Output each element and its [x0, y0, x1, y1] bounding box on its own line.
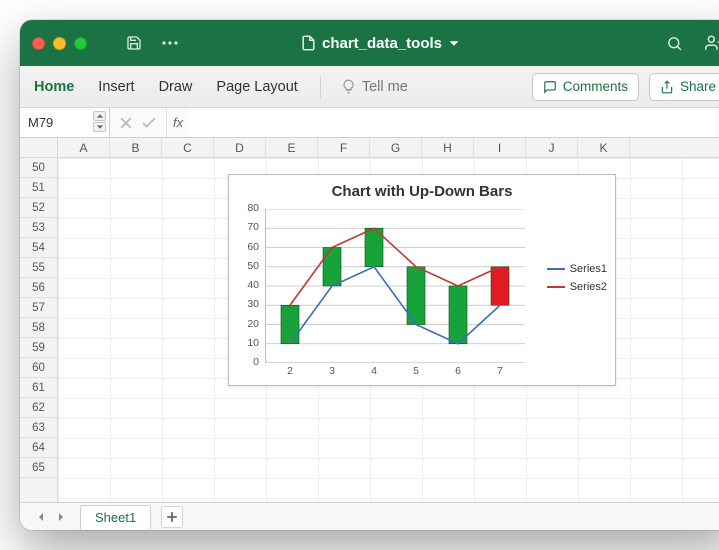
col-header[interactable]: H — [422, 138, 474, 157]
share-toolbar-button[interactable] — [701, 30, 719, 56]
window-title-text: chart_data_tools — [322, 35, 442, 52]
save-button[interactable] — [121, 30, 147, 56]
bulb-icon — [341, 79, 356, 94]
col-header[interactable]: B — [110, 138, 162, 157]
chart-legend: Series1 Series2 — [547, 263, 607, 299]
col-header[interactable]: J — [526, 138, 578, 157]
row-header[interactable]: 56 — [20, 278, 57, 298]
row-header[interactable]: 58 — [20, 318, 57, 338]
share-label: Share — [680, 79, 716, 94]
row-header[interactable]: 52 — [20, 198, 57, 218]
tab-insert[interactable]: Insert — [96, 75, 136, 99]
sheet-nav-prev[interactable] — [32, 508, 50, 526]
row-header[interactable]: 55 — [20, 258, 57, 278]
col-header[interactable]: K — [578, 138, 630, 157]
select-all-corner[interactable] — [20, 138, 58, 158]
ribbon: Home Insert Draw Page Layout Tell me Com… — [20, 66, 719, 108]
row-headers[interactable]: 50 51 52 53 54 55 56 57 58 59 60 61 62 6… — [20, 158, 58, 502]
window-controls — [32, 37, 87, 50]
tab-draw[interactable]: Draw — [157, 75, 195, 99]
row-header[interactable]: 57 — [20, 298, 57, 318]
legend-line-s1 — [547, 268, 565, 270]
formula-expand-button[interactable] — [715, 108, 719, 137]
cancel-formula-button[interactable] — [120, 117, 132, 129]
spreadsheet-grid[interactable]: A B C D E F G H I J K 50 51 52 53 54 55 … — [20, 138, 719, 502]
add-sheet-button[interactable] — [161, 506, 183, 528]
legend-label-s2: Series2 — [570, 281, 607, 293]
app-window: chart_data_tools Home Insert Draw Page L… — [20, 20, 719, 530]
chart-x-ticks: 234567 — [265, 365, 525, 379]
ribbon-separator — [320, 76, 321, 98]
col-header[interactable]: C — [162, 138, 214, 157]
row-header[interactable]: 50 — [20, 158, 57, 178]
titlebar: chart_data_tools — [20, 20, 719, 66]
sheet-tab-label: Sheet1 — [95, 510, 136, 525]
legend-label-s1: Series1 — [570, 263, 607, 275]
cells-area[interactable]: Chart with Up-Down Bars 0102030405060708… — [58, 158, 719, 502]
name-box-step-down[interactable] — [93, 122, 106, 132]
minimize-window-button[interactable] — [53, 37, 66, 50]
comments-label: Comments — [563, 79, 628, 94]
chart-y-ticks: 01020304050607080 — [239, 209, 261, 363]
close-window-button[interactable] — [32, 37, 45, 50]
sheet-nav-next[interactable] — [52, 508, 70, 526]
comment-icon — [543, 80, 557, 94]
column-headers[interactable]: A B C D E F G H I J K — [58, 138, 719, 158]
row-header[interactable]: 53 — [20, 218, 57, 238]
legend-line-s2 — [547, 286, 565, 288]
row-header[interactable]: 51 — [20, 178, 57, 198]
col-header[interactable]: I — [474, 138, 526, 157]
tell-me-label: Tell me — [362, 79, 408, 95]
col-header[interactable]: D — [214, 138, 266, 157]
search-button[interactable] — [661, 30, 687, 56]
row-header[interactable]: 64 — [20, 438, 57, 458]
embedded-chart[interactable]: Chart with Up-Down Bars 0102030405060708… — [228, 174, 616, 386]
row-header[interactable]: 60 — [20, 358, 57, 378]
more-button[interactable] — [157, 30, 183, 56]
col-header[interactable]: E — [266, 138, 318, 157]
chevron-down-icon — [448, 38, 459, 49]
document-icon — [300, 35, 316, 51]
name-box[interactable]: M79 — [20, 108, 110, 137]
formula-bar: M79 fx — [20, 108, 719, 138]
window-title[interactable]: chart_data_tools — [300, 35, 459, 52]
sheet-tab-bar: Sheet1 — [20, 502, 719, 530]
name-box-step-up[interactable] — [93, 111, 106, 121]
comments-button[interactable]: Comments — [532, 73, 639, 101]
formula-input[interactable] — [189, 108, 715, 137]
confirm-formula-button[interactable] — [142, 117, 156, 129]
share-button[interactable]: Share — [649, 73, 719, 101]
fx-label[interactable]: fx — [167, 108, 189, 137]
col-header[interactable]: A — [58, 138, 110, 157]
tab-home[interactable]: Home — [32, 75, 76, 99]
sheet-tab-active[interactable]: Sheet1 — [80, 505, 151, 529]
name-box-value: M79 — [28, 115, 53, 130]
row-header[interactable]: 65 — [20, 458, 57, 478]
share-icon — [660, 80, 674, 94]
chart-title: Chart with Up-Down Bars — [229, 175, 615, 202]
chart-plot-area — [265, 209, 525, 361]
maximize-window-button[interactable] — [74, 37, 87, 50]
row-header[interactable]: 63 — [20, 418, 57, 438]
chart-svg — [265, 209, 525, 363]
row-header[interactable]: 59 — [20, 338, 57, 358]
col-header[interactable]: G — [370, 138, 422, 157]
col-header[interactable]: F — [318, 138, 370, 157]
row-header[interactable]: 61 — [20, 378, 57, 398]
tell-me-search[interactable]: Tell me — [341, 79, 408, 95]
row-header[interactable]: 62 — [20, 398, 57, 418]
tab-page-layout[interactable]: Page Layout — [214, 75, 299, 99]
row-header[interactable]: 54 — [20, 238, 57, 258]
